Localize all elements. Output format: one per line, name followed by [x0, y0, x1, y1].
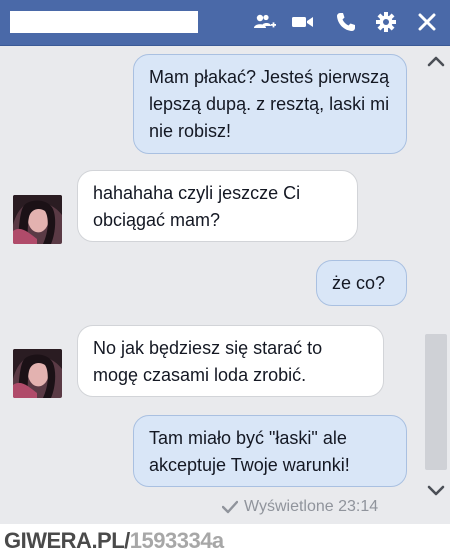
add-friend-icon[interactable] — [254, 11, 276, 33]
contact-avatar[interactable] — [13, 349, 62, 398]
chat-header — [0, 0, 450, 46]
close-icon[interactable] — [416, 11, 438, 33]
incoming-message: hahahaha czyli jeszcze Ci obciągać mam? — [77, 170, 358, 242]
checkmark-icon — [222, 500, 238, 514]
seen-status-text: Wyświetlone 23:14 — [244, 498, 379, 515]
incoming-message: No jak będziesz się starać to mogę czasa… — [77, 325, 384, 397]
scroll-up-arrow-icon[interactable] — [426, 52, 446, 70]
watermark-site: GIWERA.PL/ — [4, 528, 130, 553]
phone-icon[interactable] — [335, 11, 357, 33]
seen-status: Wyświetlone 23:14 — [222, 497, 378, 517]
scrollbar[interactable] — [422, 46, 450, 524]
message-thread[interactable]: Mam płakać? Jesteś pierwszą lepszą dupą.… — [0, 46, 422, 524]
gear-icon[interactable] — [375, 11, 397, 33]
watermark: GIWERA.PL/1593334a — [4, 526, 224, 556]
scrollbar-thumb[interactable] — [425, 334, 447, 470]
contact-avatar[interactable] — [13, 195, 62, 244]
contact-name-redacted[interactable] — [10, 11, 198, 33]
watermark-id: 1593334a — [129, 528, 224, 553]
outgoing-message: Tam miało być "łaski" ale akceptuje Twoj… — [133, 415, 407, 487]
scroll-down-arrow-icon[interactable] — [426, 482, 446, 500]
outgoing-message: Mam płakać? Jesteś pierwszą lepszą dupą.… — [133, 54, 407, 154]
outgoing-message: że co? — [316, 260, 407, 306]
video-call-icon[interactable] — [292, 11, 314, 33]
